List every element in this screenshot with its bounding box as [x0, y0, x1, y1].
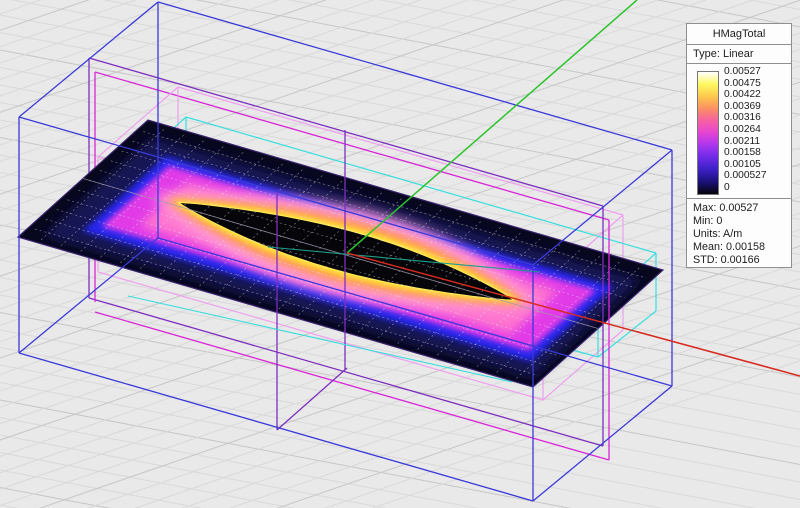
colorbar-label: 0.00158: [724, 147, 767, 159]
3d-model-view[interactable]: [0, 0, 800, 508]
colorbar-label: 0.00369: [724, 101, 767, 113]
colorbar-label: 0.00211: [724, 136, 767, 148]
stat-mean: Mean: 0.00158: [693, 241, 791, 254]
colorbar-label: 0.00105: [724, 159, 767, 171]
colorbar-label: 0.00264: [724, 124, 767, 136]
colorbar-label: 0: [724, 182, 767, 194]
legend-scale-section: 0.005270.004750.004220.003690.003160.002…: [687, 64, 791, 199]
legend-title: HMagTotal: [687, 24, 791, 45]
colorbar-label: 0.000527: [724, 170, 767, 182]
stat-std: STD: 0.00166: [693, 254, 791, 267]
colorbar-label: 0.00475: [724, 78, 767, 90]
color-scale-legend[interactable]: HMagTotal Type: Linear 0.005270.004750.0…: [686, 23, 792, 268]
stat-max: Max: 0.00527: [693, 202, 791, 215]
stat-units: Units: A/m: [693, 228, 791, 241]
colorbar-labels: 0.005270.004750.004220.003690.003160.002…: [724, 66, 767, 194]
stat-min: Min: 0: [693, 215, 791, 228]
legend-stats: Max: 0.00527 Min: 0 Units: A/m Mean: 0.0…: [687, 199, 791, 267]
legend-scale-type: Type: Linear: [687, 45, 791, 64]
viewport-3d[interactable]: HMagTotal Type: Linear 0.005270.004750.0…: [0, 0, 800, 508]
colorbar-label: 0.00316: [724, 112, 767, 124]
colorbar-label: 0.00527: [724, 66, 767, 78]
colorbar: [697, 71, 719, 195]
colorbar-label: 0.00422: [724, 89, 767, 101]
